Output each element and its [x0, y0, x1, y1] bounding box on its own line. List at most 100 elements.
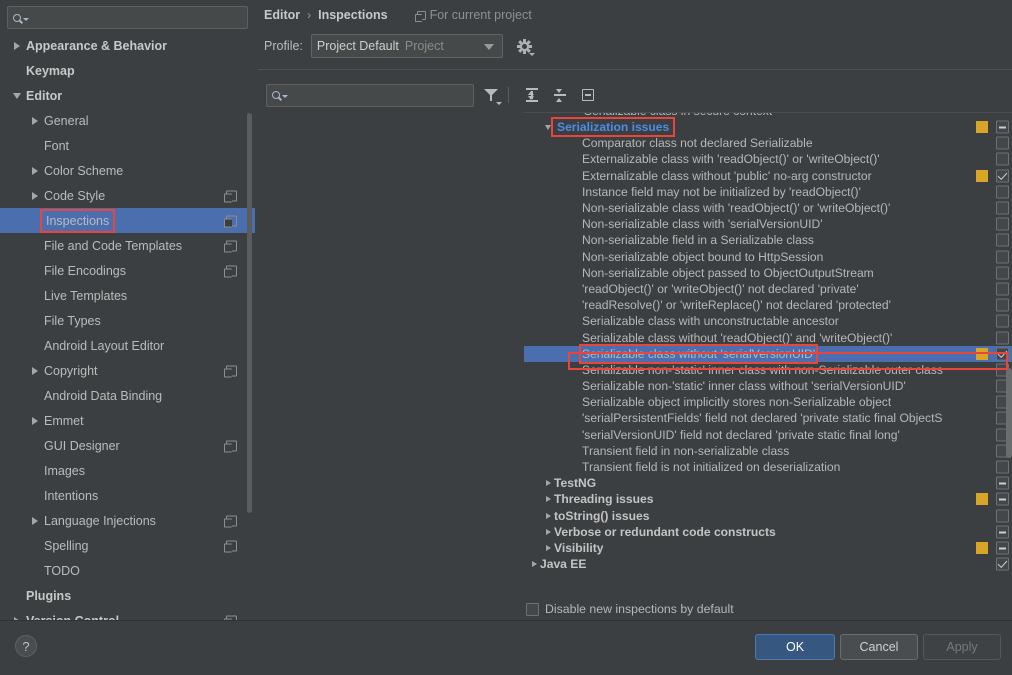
inspection-search-box[interactable] [266, 83, 474, 107]
chevron-right-icon[interactable] [28, 514, 41, 527]
inspection-row-label: Externalizable class with 'readObject()'… [582, 152, 880, 167]
apply-button[interactable]: Apply [923, 634, 1001, 660]
table-row[interactable]: Serializable class without 'serialVersio… [524, 343, 1012, 364]
inspection-tree-scrollbar[interactable] [1005, 113, 1012, 600]
collapse-all-icon[interactable] [549, 84, 571, 106]
sidebar-item-plugins[interactable]: Plugins [0, 583, 255, 608]
chevron-right-icon[interactable] [528, 561, 540, 568]
severity-swatch [976, 121, 988, 134]
table-row[interactable]: TestNG [524, 475, 1012, 491]
chevron-down-icon[interactable] [10, 89, 23, 102]
table-row[interactable]: Visibility [524, 540, 1012, 556]
chevron-right-icon[interactable] [542, 512, 554, 519]
table-row[interactable]: Externalizable class with 'readObject()'… [524, 151, 1012, 167]
inspection-tree[interactable]: Serializable class in secure contextSeri… [524, 112, 1012, 600]
sidebar-item-font[interactable]: Font [0, 133, 255, 158]
table-row[interactable]: Serialization issues [524, 117, 1012, 138]
chevron-right-icon[interactable] [28, 189, 41, 202]
breadcrumb-parent[interactable]: Editor [264, 8, 300, 22]
sidebar-item-android-layout-editor[interactable]: Android Layout Editor [0, 333, 255, 358]
chevron-right-icon[interactable] [10, 39, 23, 52]
table-row[interactable]: Non-serializable class with 'serialVersi… [524, 216, 1012, 232]
expand-all-icon[interactable] [521, 84, 543, 106]
sidebar-scrollbar[interactable] [247, 33, 252, 603]
copy-icon [224, 215, 237, 227]
chevron-right-icon[interactable] [28, 414, 41, 427]
chevron-right-icon[interactable] [542, 528, 554, 535]
sidebar-item-images[interactable]: Images [0, 458, 255, 483]
inspection-row-label: Serializable non-'static' inner class wi… [582, 379, 906, 394]
sidebar-item-file-encodings[interactable]: File Encodings [0, 258, 255, 283]
ok-button[interactable]: OK [755, 634, 835, 660]
sidebar-item-android-data-binding[interactable]: Android Data Binding [0, 383, 255, 408]
table-row[interactable]: Threading issues [524, 491, 1012, 507]
sidebar-item-emmet[interactable]: Emmet [0, 408, 255, 433]
profile-scope: Project [404, 39, 444, 53]
inspection-search-input[interactable] [288, 87, 473, 103]
table-row[interactable]: Non-serializable object bound to HttpSes… [524, 249, 1012, 265]
sidebar-item-file-types[interactable]: File Types [0, 308, 255, 333]
sidebar-item-appearance-behavior[interactable]: Appearance & Behavior [0, 33, 255, 58]
chevron-right-icon[interactable] [542, 480, 554, 487]
table-row[interactable]: Java EE [524, 556, 1012, 572]
gear-icon[interactable] [516, 38, 535, 56]
sidebar-item-todo[interactable]: TODO [0, 558, 255, 583]
table-row[interactable]: Serializable class with unconstructable … [524, 313, 1012, 329]
sidebar-search-box[interactable] [7, 6, 248, 29]
chevron-right-icon[interactable] [28, 164, 41, 177]
table-row[interactable]: 'readResolve()' or 'writeReplace()' not … [524, 297, 1012, 313]
sidebar-item-inspections[interactable]: Inspections [0, 208, 255, 233]
sidebar-item-copyright[interactable]: Copyright [0, 358, 255, 383]
sidebar-item-label: Font [44, 138, 70, 153]
sidebar-item-gui-designer[interactable]: GUI Designer [0, 433, 255, 458]
table-row[interactable]: Serializable non-'static' inner class wi… [524, 362, 1012, 378]
minus-box-icon[interactable] [577, 84, 599, 106]
sidebar-item-file-and-code-templates[interactable]: File and Code Templates [0, 233, 255, 258]
chevron-right-icon[interactable] [542, 496, 554, 503]
sidebar-item-version-control[interactable]: Version Control [0, 608, 255, 620]
copy-icon [224, 265, 237, 277]
sidebar-item-label: Appearance & Behavior [26, 38, 168, 53]
table-row[interactable]: 'readObject()' or 'writeObject()' not de… [524, 281, 1012, 297]
inspection-row-label: Instance field may not be initialized by… [582, 184, 861, 199]
table-row[interactable]: Non-serializable class with 'readObject(… [524, 200, 1012, 216]
table-row[interactable]: Serializable object implicitly stores no… [524, 394, 1012, 410]
disable-new-inspections-checkbox[interactable] [526, 602, 539, 616]
sidebar-item-editor[interactable]: Editor [0, 83, 255, 108]
table-row[interactable]: Non-serializable object passed to Object… [524, 265, 1012, 281]
sidebar-scrollbar-thumb[interactable] [247, 113, 252, 513]
table-row[interactable]: Non-serializable field in a Serializable… [524, 232, 1012, 248]
disable-new-inspections-row[interactable]: Disable new inspections by default [526, 602, 734, 616]
sidebar-item-keymap[interactable]: Keymap [0, 58, 255, 83]
table-row[interactable]: Externalizable class without 'public' no… [524, 168, 1012, 184]
sidebar-item-spelling[interactable]: Spelling [0, 533, 255, 558]
sidebar-search-input[interactable] [29, 9, 247, 26]
table-row[interactable]: 'serialPersistentFields' field not decla… [524, 410, 1012, 426]
help-button[interactable]: ? [15, 635, 37, 657]
sidebar-tree[interactable]: Appearance & Behavior Keymap Editor General… [0, 33, 255, 620]
sidebar-item-intentions[interactable]: Intentions [0, 483, 255, 508]
table-row[interactable]: Transient field is not initialized on de… [524, 459, 1012, 475]
chevron-down-icon[interactable] [542, 124, 554, 130]
sidebar-item-label: Spelling [44, 538, 89, 553]
sidebar-item-code-style[interactable]: Code Style [0, 183, 255, 208]
table-row[interactable]: 'serialVersionUID' field not declared 'p… [524, 427, 1012, 443]
chevron-right-icon[interactable] [28, 364, 41, 377]
table-row[interactable]: Comparator class not declared Serializab… [524, 135, 1012, 151]
sidebar-item-general[interactable]: General [0, 108, 255, 133]
table-row[interactable]: Transient field in non-serializable clas… [524, 443, 1012, 459]
table-row[interactable]: toString() issues [524, 508, 1012, 524]
table-row[interactable]: Verbose or redundant code constructs [524, 524, 1012, 540]
chevron-right-icon[interactable] [542, 544, 554, 551]
sidebar-item-color-scheme[interactable]: Color Scheme [0, 158, 255, 183]
sidebar-item-language-injections[interactable]: Language Injections [0, 508, 255, 533]
sidebar-item-live-templates[interactable]: Live Templates [0, 283, 255, 308]
cancel-button[interactable]: Cancel [840, 634, 918, 660]
table-row[interactable]: Serializable class without 'readObject()… [524, 329, 1012, 345]
table-row[interactable]: Instance field may not be initialized by… [524, 184, 1012, 200]
filter-funnel-icon[interactable] [480, 84, 502, 106]
inspection-tree-scrollbar-thumb[interactable] [1006, 368, 1012, 458]
chevron-right-icon[interactable] [28, 114, 41, 127]
profile-dropdown[interactable]: Project Default Project [310, 34, 503, 58]
table-row[interactable]: Serializable non-'static' inner class wi… [524, 378, 1012, 394]
